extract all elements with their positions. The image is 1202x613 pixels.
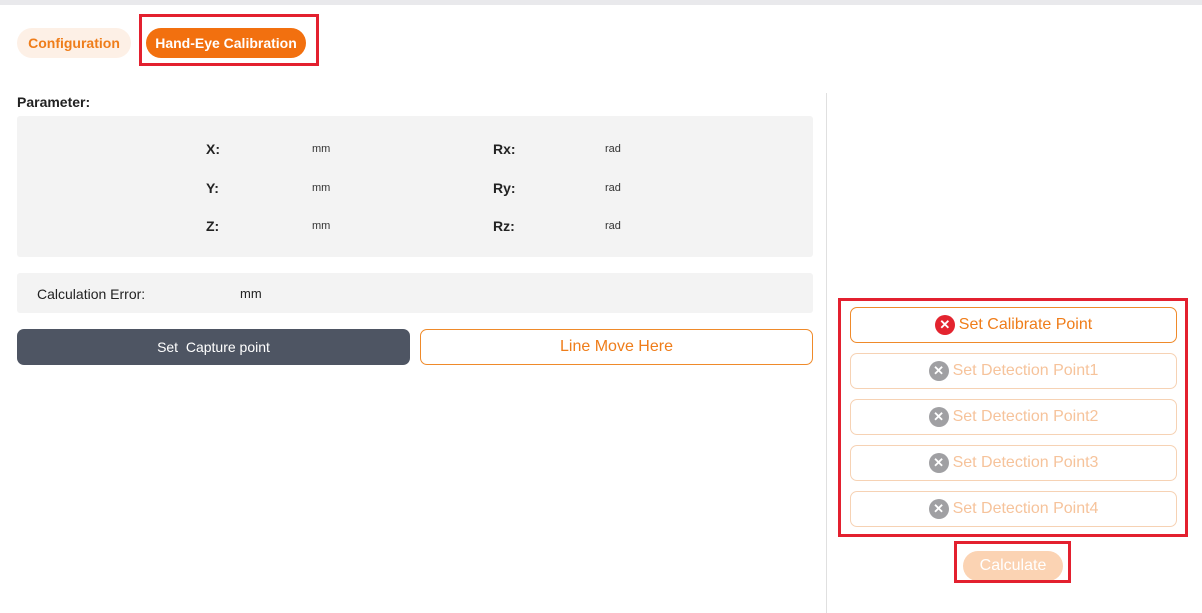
highlight-box-tab	[139, 14, 319, 66]
param-rx-label: Rx:	[493, 141, 516, 157]
parameter-box: X: mm Rx: rad Y: mm Ry: rad Z: mm Rz: ra…	[17, 116, 813, 257]
param-x-label: X:	[206, 141, 220, 157]
param-ry-label: Ry:	[493, 180, 516, 196]
param-ry-unit: rad	[605, 182, 621, 194]
tab-configuration[interactable]: Configuration	[17, 28, 131, 58]
vertical-divider	[826, 93, 827, 613]
parameter-title: Parameter:	[17, 94, 91, 110]
param-rz-unit: rad	[605, 220, 621, 232]
line-move-here-button[interactable]: Line Move Here	[420, 329, 813, 365]
calculation-error-unit: mm	[240, 286, 262, 301]
highlight-box-calculate	[954, 541, 1071, 583]
calculation-error-box: Calculation Error: mm	[17, 273, 813, 313]
param-z-unit: mm	[312, 220, 331, 232]
param-rx-unit: rad	[605, 143, 621, 155]
param-y-unit: mm	[312, 182, 331, 194]
param-y-label: Y:	[206, 180, 219, 196]
main-panel: Configuration Hand-Eye Calibration Param…	[0, 5, 1202, 613]
set-capture-point-button[interactable]: Set Capture point	[17, 329, 410, 365]
highlight-box-points	[838, 298, 1188, 537]
calculation-error-label: Calculation Error:	[37, 286, 146, 302]
param-z-label: Z:	[206, 218, 220, 234]
param-rz-label: Rz:	[493, 218, 515, 234]
param-x-unit: mm	[312, 143, 331, 155]
